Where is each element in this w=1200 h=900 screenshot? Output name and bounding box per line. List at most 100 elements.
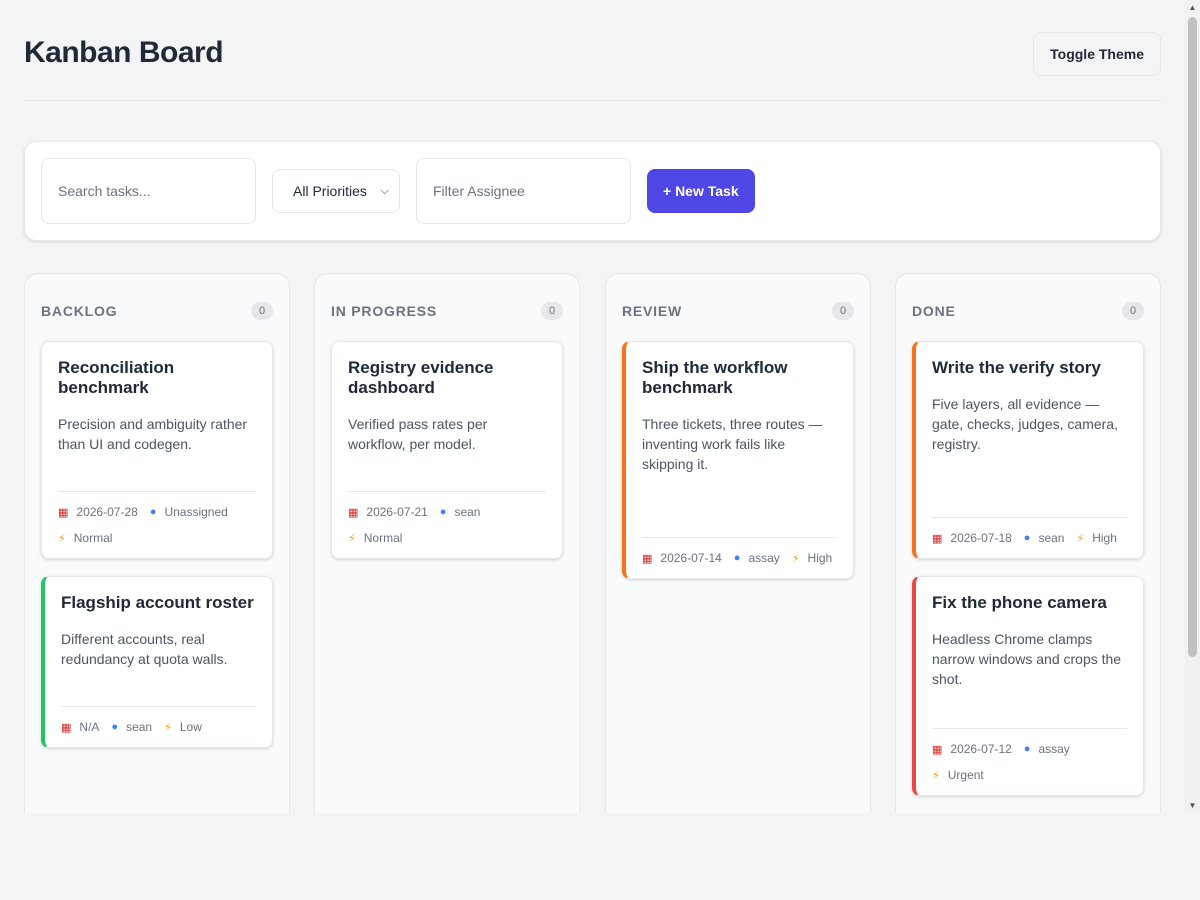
calendar-icon: ▦ [348, 506, 359, 519]
card-due-date: ▦ 2026-07-18 [932, 530, 1012, 546]
column-title: REVIEW [622, 303, 683, 319]
card-due-date: ▦ 2026-07-12 [932, 741, 1012, 757]
card-priority: ⚡ Normal [348, 530, 402, 546]
card-assignee: ● assay [1024, 741, 1070, 757]
task-card[interactable]: Ship the workflow benchmark Three ticket… [622, 341, 854, 579]
priority-text: Normal [363, 531, 403, 545]
card-due-date: ▦ 2026-07-14 [642, 550, 722, 566]
due-date-text: 2026-07-14 [660, 551, 722, 565]
vertical-scrollbar[interactable]: ▲ ▼ [1185, 0, 1200, 813]
priority-text: Normal [73, 531, 113, 545]
lightning-icon: ⚡ [932, 769, 940, 782]
column-title: IN PROGRESS [331, 303, 438, 319]
column-title: BACKLOG [41, 303, 118, 319]
card-title: Fix the phone camera [932, 593, 1107, 612]
card-assignee: ● sean [111, 719, 152, 735]
card-due-date: ▦ 2026-07-21 [348, 504, 428, 520]
lightning-icon: ⚡ [348, 532, 356, 545]
app-header: Kanban Board Toggle Theme [24, 24, 1161, 101]
assignee-text: sean [126, 720, 153, 734]
scroll-up-icon[interactable]: ▲ [1185, 0, 1200, 15]
due-date-text: 2026-07-12 [950, 742, 1012, 756]
priority-select-value: All Priorities [293, 183, 367, 199]
calendar-icon: ▦ [932, 743, 943, 756]
card-description: Five layers, all evidence — gate, checks… [932, 396, 1118, 452]
card-meta: ▦ 2026-07-28 ● Unassigned ⚡ Normal [58, 491, 256, 558]
card-priority: ⚡ Normal [58, 530, 112, 546]
column-done: DONE 0 Write the verify story Five layer… [895, 273, 1161, 813]
priority-text: Low [179, 720, 202, 734]
card-meta: ▦ N/A ● sean ⚡ Low [61, 706, 256, 747]
task-card[interactable]: Reconciliation benchmark Precision and a… [41, 341, 273, 559]
card-title: Flagship account roster [61, 593, 254, 612]
card-description: Precision and ambiguity rather than UI a… [58, 416, 248, 452]
new-task-button[interactable]: + New Task [647, 169, 755, 213]
column-count-badge: 0 [251, 302, 273, 320]
column-header: BACKLOG 0 [41, 302, 273, 320]
task-card[interactable]: Registry evidence dashboard Verified pas… [331, 341, 563, 559]
lightning-icon: ⚡ [1076, 532, 1085, 545]
card-meta: ▦ 2026-07-18 ● sean ⚡ High [932, 517, 1127, 558]
card-priority: ⚡ Low [164, 719, 202, 735]
card-title: Write the verify story [932, 358, 1101, 377]
user-icon: ● [149, 506, 157, 518]
user-icon: ● [111, 721, 119, 733]
card-meta: ▦ 2026-07-21 ● sean ⚡ Normal [348, 491, 546, 558]
column-count-badge: 0 [1122, 302, 1144, 320]
task-card[interactable]: Flagship account roster Different accoun… [41, 576, 273, 748]
card-priority: ⚡ High [1076, 530, 1116, 546]
calendar-icon: ▦ [642, 552, 653, 565]
card-description: Verified pass rates per workflow, per mo… [348, 416, 488, 452]
column-header: IN PROGRESS 0 [331, 302, 563, 320]
card-priority: ⚡ High [792, 550, 832, 566]
toggle-theme-button[interactable]: Toggle Theme [1033, 32, 1161, 76]
calendar-icon: ▦ [58, 506, 69, 519]
card-assignee: ● assay [734, 550, 780, 566]
calendar-icon: ▦ [932, 532, 943, 545]
priority-text: Urgent [947, 768, 984, 782]
card-meta: ▦ 2026-07-14 ● assay ⚡ High [642, 537, 837, 578]
page-title: Kanban Board [24, 36, 224, 69]
scroll-down-icon[interactable]: ▼ [1185, 798, 1200, 813]
card-title: Ship the workflow benchmark [642, 358, 788, 397]
scrollbar-thumb[interactable] [1188, 17, 1197, 657]
priority-text: High [807, 551, 833, 565]
user-icon: ● [1023, 743, 1031, 755]
column-header: REVIEW 0 [622, 302, 854, 320]
search-input[interactable] [41, 158, 256, 224]
due-date-text: 2026-07-18 [950, 531, 1012, 545]
due-date-text: 2026-07-28 [76, 505, 138, 519]
assignee-filter-input[interactable] [416, 158, 631, 224]
card-title: Reconciliation benchmark [58, 358, 175, 397]
assignee-text: assay [748, 551, 780, 565]
card-assignee: ● sean [440, 504, 481, 520]
lightning-icon: ⚡ [58, 532, 66, 545]
priority-text: High [1092, 531, 1117, 545]
viewport: Kanban Board Toggle Theme All Priorities… [0, 0, 1185, 813]
card-assignee: ● Unassigned [150, 504, 228, 520]
card-due-date: ▦ N/A [61, 719, 99, 735]
task-card[interactable]: Fix the phone camera Headless Chrome cla… [912, 576, 1144, 796]
assignee-text: sean [1038, 531, 1065, 545]
kanban-board: BACKLOG 0 Reconciliation benchmark Preci… [24, 273, 1161, 813]
lightning-icon: ⚡ [791, 552, 800, 565]
chevron-down-icon: ⌵ [380, 184, 389, 197]
filter-toolbar: All Priorities ⌵ + New Task [24, 141, 1161, 241]
user-icon: ● [1023, 532, 1031, 544]
due-date-text: 2026-07-21 [366, 505, 428, 519]
column-count-badge: 0 [832, 302, 854, 320]
column-review: REVIEW 0 Ship the workflow benchmark Thr… [605, 273, 871, 813]
due-date-text: N/A [79, 720, 100, 734]
column-backlog: BACKLOG 0 Reconciliation benchmark Preci… [24, 273, 290, 813]
lightning-icon: ⚡ [164, 721, 172, 734]
card-priority: ⚡ Urgent [932, 767, 984, 783]
card-assignee: ● sean [1024, 530, 1065, 546]
card-description: Three tickets, three routes — inventing … [642, 416, 823, 472]
priority-select[interactable]: All Priorities ⌵ [272, 169, 400, 213]
assignee-text: Unassigned [164, 505, 228, 519]
assignee-text: assay [1038, 742, 1070, 756]
task-card[interactable]: Write the verify story Five layers, all … [912, 341, 1144, 559]
calendar-icon: ▦ [61, 721, 72, 734]
assignee-text: sean [454, 505, 481, 519]
user-icon: ● [733, 552, 741, 564]
